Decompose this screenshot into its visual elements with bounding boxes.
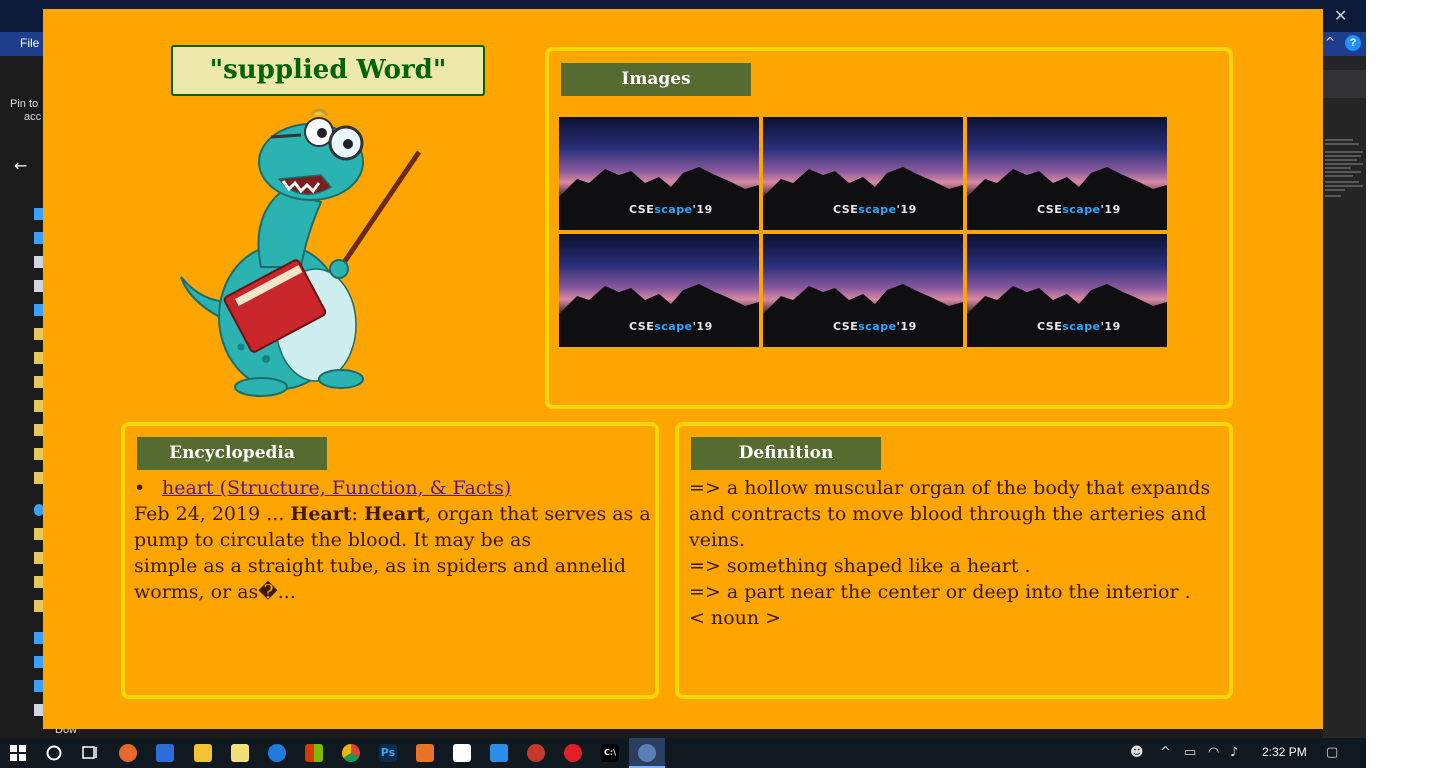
csescape-logo: CSEscape'19 <box>833 203 917 216</box>
image-thumbnail[interactable]: CSEscape'19 <box>763 234 963 347</box>
photoshop-icon[interactable]: Ps <box>379 744 397 762</box>
edge-icon[interactable] <box>268 744 286 762</box>
image-thumbnail[interactable]: CSEscape'19 <box>967 117 1167 230</box>
cortana-icon[interactable] <box>45 744 63 762</box>
ribbon-collapse-icon[interactable]: ^ <box>1325 35 1335 49</box>
help-icon[interactable]: ? <box>1345 35 1361 51</box>
logo-accent: scape <box>858 203 897 216</box>
back-arrow-icon[interactable]: ← <box>14 156 27 175</box>
logo-suffix: '19 <box>1100 320 1121 333</box>
opera-icon[interactable] <box>564 744 582 762</box>
cmd-icon[interactable]: C:\ <box>601 744 619 762</box>
file-explorer-icon[interactable] <box>194 744 212 762</box>
snippet-keyword: Heart <box>364 503 426 525</box>
minimap-lines <box>1325 139 1363 197</box>
csescape-logo: CSEscape'19 <box>629 203 713 216</box>
image-thumbnail[interactable]: CSEscape'19 <box>763 117 963 230</box>
csescape-logo: CSEscape'19 <box>1037 203 1121 216</box>
background-editor-tab[interactable] <box>1323 70 1366 98</box>
images-panel: Images CSEscape'19 CSEscape'19 CSEscape'19… <box>545 47 1233 409</box>
python-app-icon[interactable] <box>638 744 656 762</box>
definition-panel: Definition => a hollow muscular organ of… <box>675 422 1233 699</box>
logo-prefix: CS <box>1037 320 1055 333</box>
logo-accent: scape <box>654 320 693 333</box>
logo-prefix: CS <box>629 203 647 216</box>
office-icon[interactable] <box>305 744 323 762</box>
vscode-icon[interactable] <box>490 744 508 762</box>
background-code-minimap <box>1323 56 1366 738</box>
definition-line: => a part near the center or deep into t… <box>689 581 1191 603</box>
image-thumbnail[interactable]: CSEscape'19 <box>967 234 1167 347</box>
definition-line: => something shaped like a heart . <box>689 555 1031 577</box>
volume-icon[interactable]: ♪ <box>1230 745 1238 760</box>
csescape-logo: CSEscape'19 <box>833 320 917 333</box>
logo-suffix: '19 <box>692 320 713 333</box>
task-view-icon[interactable] <box>81 744 99 762</box>
encyclopedia-result-item: • heart (Structure, Function, & Facts) <box>134 475 654 501</box>
definition-panel-title: Definition <box>691 437 881 470</box>
pin-label-line2: acc <box>24 111 42 123</box>
supplied-word-heading: "supplied Word" <box>171 45 485 96</box>
explorer-sidebar <box>28 200 44 720</box>
store-icon[interactable] <box>156 744 174 762</box>
csescape-logo: CSEscape'19 <box>1037 320 1121 333</box>
snippet-text-continued: simple as a straight tube, as in spiders… <box>134 555 627 603</box>
encyclopedia-panel-title: Encyclopedia <box>137 437 327 470</box>
screen-margin <box>1366 0 1431 768</box>
dictionary-app-window: "supplied Word" Images CSEscape'19 CSEsc… <box>43 9 1323 729</box>
logo-accent: scape <box>1062 320 1101 333</box>
logo-suffix: '19 <box>896 203 917 216</box>
image-thumbnail[interactable]: CSEscape'19 <box>559 117 759 230</box>
firefox-icon[interactable] <box>119 744 137 762</box>
action-center-icon[interactable]: ▢ <box>1326 745 1338 760</box>
logo-accent: scape <box>1062 203 1101 216</box>
chrome-icon[interactable] <box>342 744 360 762</box>
people-icon[interactable]: ☻ <box>1130 745 1144 760</box>
image-thumbnail-grid: CSEscape'19 CSEscape'19 CSEscape'19 CSEscap… <box>559 117 1169 347</box>
taskbar-clock[interactable]: 2:32 PM <box>1262 745 1307 759</box>
matlab-icon[interactable] <box>416 744 434 762</box>
show-hidden-icons-icon[interactable]: ^ <box>1160 745 1171 760</box>
background-close-icon[interactable]: ✕ <box>1334 6 1347 25</box>
mail-icon[interactable] <box>453 744 471 762</box>
snippet-keyword: Heart <box>290 503 352 525</box>
snippet-date: Feb 24, 2019 ... <box>134 503 291 525</box>
battery-icon[interactable]: ▭ <box>1184 745 1196 760</box>
encyclopedia-panel: Encyclopedia • heart (Structure, Functio… <box>121 422 659 699</box>
settings-app-icon[interactable] <box>527 744 545 762</box>
background-file-menu[interactable]: File <box>20 36 39 50</box>
list-bullet: • <box>134 477 146 499</box>
logo-accent: scape <box>858 320 897 333</box>
pin-label-line1: Pin to <box>10 98 39 110</box>
csescape-logo: CSEscape'19 <box>629 320 713 333</box>
logo-prefix: CS <box>629 320 647 333</box>
encyclopedia-result: • heart (Structure, Function, & Facts) F… <box>134 475 654 605</box>
encyclopedia-snippet: Feb 24, 2019 ... Heart: Heart, organ tha… <box>134 501 654 605</box>
definition-list: => a hollow muscular organ of the body t… <box>689 475 1229 631</box>
part-of-speech: < noun > <box>689 607 782 629</box>
windows-start-icon[interactable] <box>9 744 27 762</box>
encyclopedia-result-link[interactable]: heart (Structure, Function, & Facts) <box>162 477 511 499</box>
definition-line: => a hollow muscular organ of the body t… <box>689 477 1211 551</box>
logo-suffix: '19 <box>1100 203 1121 216</box>
snippet-colon: : <box>351 503 364 525</box>
logo-suffix: '19 <box>896 320 917 333</box>
logo-prefix: CS <box>1037 203 1055 216</box>
logo-suffix: '19 <box>692 203 713 216</box>
windows-taskbar: Ps C:\ ☻ ^ ▭ ◠ ♪ 2:32 PM ▢ <box>0 738 1366 768</box>
logo-prefix: CS <box>833 203 851 216</box>
teacher-dinosaur-mascot <box>180 108 422 397</box>
notepad-icon[interactable] <box>231 744 249 762</box>
logo-prefix: CS <box>833 320 851 333</box>
images-panel-title: Images <box>561 63 751 96</box>
image-thumbnail[interactable]: CSEscape'19 <box>559 234 759 347</box>
logo-accent: scape <box>654 203 693 216</box>
pin-to-quick-access[interactable]: Pin to acc <box>10 98 41 124</box>
wifi-icon[interactable]: ◠ <box>1208 745 1219 760</box>
